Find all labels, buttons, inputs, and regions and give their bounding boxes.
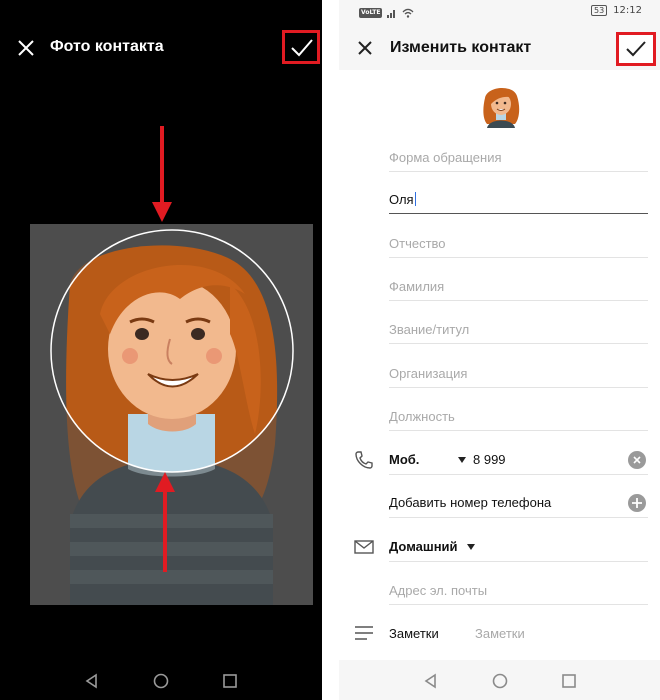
screen-divider bbox=[322, 0, 339, 700]
avatar-icon bbox=[483, 87, 520, 128]
first-name-field[interactable]: Оля bbox=[389, 184, 648, 214]
add-phone-button[interactable]: Добавить номер телефона bbox=[389, 495, 551, 510]
contact-avatar[interactable] bbox=[479, 82, 523, 128]
battery-indicator: 53 bbox=[590, 5, 608, 16]
top-red-arrow bbox=[152, 126, 172, 222]
check-icon bbox=[626, 41, 646, 57]
close-icon bbox=[358, 41, 372, 55]
position-placeholder: Должность bbox=[389, 409, 455, 424]
system-navigation-bar bbox=[0, 660, 322, 700]
text-caret bbox=[414, 192, 416, 206]
signal-icon bbox=[387, 10, 396, 18]
title-placeholder: Звание/титул bbox=[389, 322, 470, 337]
middle-name-placeholder: Отчество bbox=[389, 236, 446, 251]
wifi-icon bbox=[403, 8, 414, 18]
notes-icon bbox=[355, 626, 373, 640]
top-app-bar: Фото контакта bbox=[0, 0, 322, 96]
home-icon[interactable] bbox=[492, 673, 508, 689]
page-title: Изменить контакт bbox=[390, 39, 532, 56]
email-type-selector[interactable]: Домашний bbox=[389, 539, 458, 554]
plus-icon bbox=[632, 498, 642, 508]
save-button[interactable] bbox=[616, 32, 656, 66]
back-icon[interactable] bbox=[84, 673, 100, 689]
close-icon bbox=[18, 40, 34, 56]
position-field[interactable]: Должность bbox=[389, 401, 648, 431]
title-field[interactable]: Звание/титул bbox=[389, 314, 648, 344]
bottom-red-arrow bbox=[155, 472, 175, 572]
phone-type-selector[interactable]: Моб. bbox=[389, 452, 419, 467]
phone-icon bbox=[355, 451, 373, 469]
volte-indicator: VoLTE bbox=[359, 8, 383, 18]
notes-input[interactable]: Заметки bbox=[475, 626, 525, 641]
organization-placeholder: Организация bbox=[389, 366, 468, 381]
divider bbox=[389, 474, 648, 475]
edit-contact-screen: VoLTE 53 12:12 Изменить контакт Форма об… bbox=[339, 0, 660, 700]
last-name-field[interactable]: Фамилия bbox=[389, 271, 648, 301]
page-title: Фото контакта bbox=[50, 38, 164, 55]
email-icon bbox=[354, 540, 374, 554]
divider bbox=[389, 517, 648, 518]
close-button[interactable] bbox=[14, 36, 38, 60]
middle-name-field[interactable]: Отчество bbox=[389, 228, 648, 258]
clear-phone-button[interactable] bbox=[628, 451, 646, 469]
email-field[interactable]: Адрес эл. почты bbox=[389, 575, 648, 605]
last-name-placeholder: Фамилия bbox=[389, 279, 445, 294]
email-placeholder: Адрес эл. почты bbox=[389, 583, 488, 598]
photo-crop-screen: Фото контакта bbox=[0, 0, 322, 700]
check-icon bbox=[291, 39, 313, 57]
clock: 12:12 bbox=[613, 5, 642, 16]
recents-icon[interactable] bbox=[222, 673, 238, 689]
organization-field[interactable]: Организация bbox=[389, 358, 648, 388]
top-app-bar: Изменить контакт bbox=[339, 26, 660, 70]
phone-number-input[interactable]: 8 999 bbox=[473, 452, 506, 467]
chevron-down-icon[interactable] bbox=[466, 543, 476, 551]
divider bbox=[389, 561, 648, 562]
system-navigation-bar bbox=[339, 660, 660, 700]
back-icon[interactable] bbox=[423, 673, 439, 689]
prefix-placeholder: Форма обращения bbox=[389, 150, 502, 165]
notes-label: Заметки bbox=[389, 626, 439, 641]
add-phone-plus-button[interactable] bbox=[628, 494, 646, 512]
clear-icon bbox=[633, 456, 641, 464]
first-name-value: Оля bbox=[389, 192, 416, 207]
chevron-down-icon[interactable] bbox=[457, 456, 467, 464]
first-name-text: Оля bbox=[389, 192, 414, 207]
recents-icon[interactable] bbox=[561, 673, 577, 689]
home-icon[interactable] bbox=[153, 673, 169, 689]
close-button[interactable] bbox=[355, 38, 375, 58]
prefix-field[interactable]: Форма обращения bbox=[389, 142, 648, 172]
status-bar: VoLTE 53 12:12 bbox=[339, 0, 660, 26]
confirm-button[interactable] bbox=[282, 30, 320, 64]
